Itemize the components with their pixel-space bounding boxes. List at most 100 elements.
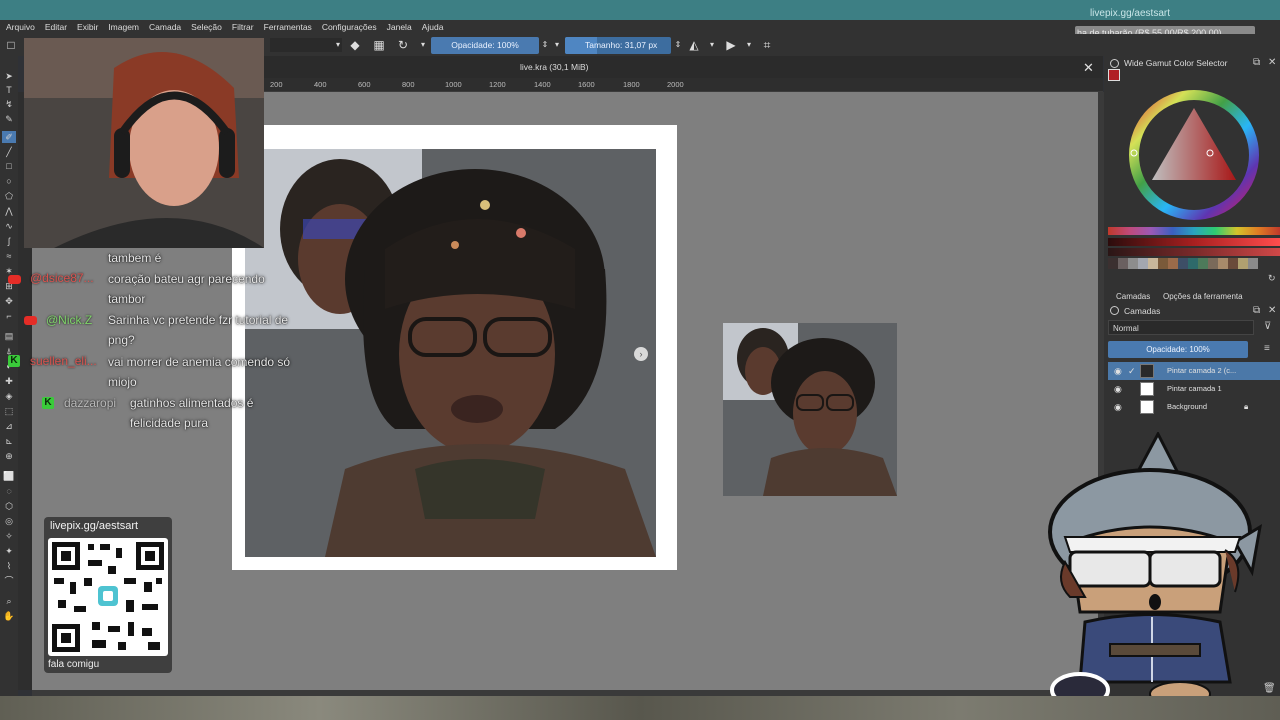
artwork-preview[interactable]	[723, 323, 897, 496]
menu-imagem[interactable]: Imagem	[108, 22, 139, 32]
next-arrow-icon[interactable]: ›	[634, 347, 648, 361]
freehand-select-icon[interactable]: ◎	[2, 515, 16, 527]
chevron-down-icon[interactable]: ▾	[550, 38, 564, 52]
ellipse-select-icon[interactable]: ◌	[2, 485, 16, 497]
zoom-tool-icon[interactable]: ⌕	[2, 595, 16, 607]
color-swatch[interactable]	[1188, 258, 1198, 269]
color-swatch[interactable]	[1108, 258, 1118, 269]
eye-icon[interactable]: ◉	[1114, 362, 1122, 380]
lock-icon[interactable]: 🔒︎	[1244, 398, 1248, 416]
reload-icon[interactable]: ↻	[396, 38, 410, 52]
layer-row[interactable]: ◉ Pintar camada 1	[1108, 380, 1280, 398]
menu-configuracoes[interactable]: Configurações	[322, 22, 377, 32]
assistant-tool-icon[interactable]: ⊿	[2, 420, 16, 432]
menu-ferramentas[interactable]: Ferramentas	[264, 22, 312, 32]
color-swatch[interactable]	[1138, 258, 1148, 269]
crop-tool-icon[interactable]: ⌐	[2, 310, 16, 322]
polyline-tool-icon[interactable]: ⋀	[2, 205, 16, 217]
document-title[interactable]: live.kra (30,1 MiB)	[520, 62, 589, 72]
magnetic-select-icon[interactable]: ⌒	[2, 575, 16, 587]
color-swatch[interactable]	[1118, 258, 1128, 269]
close-icon[interactable]: ✕	[1268, 57, 1276, 68]
hue-history-strip[interactable]	[1108, 227, 1280, 235]
color-swatch[interactable]	[1208, 258, 1218, 269]
artwork-painting[interactable]	[245, 149, 656, 557]
polygon-tool-icon[interactable]: ⬠	[2, 190, 16, 202]
color-swatch[interactable]	[1248, 258, 1258, 269]
menu-arquivo[interactable]: Arquivo	[6, 22, 35, 32]
tab-tool-options[interactable]: Opções da ferramenta	[1163, 292, 1243, 301]
blend-mode-select[interactable]: Normal	[1108, 320, 1254, 335]
gradient-tool-icon[interactable]: ▤	[2, 330, 16, 342]
menu-editar[interactable]: Editar	[45, 22, 67, 32]
select-shapes-icon[interactable]: ➤	[2, 70, 16, 82]
color-swatch[interactable]	[1238, 258, 1248, 269]
opacity-slider[interactable]: Opacidade: 100%	[431, 37, 539, 54]
new-document-icon[interactable]: □	[4, 38, 18, 52]
eye-icon[interactable]: ◉	[1114, 398, 1122, 416]
float-docker-icon[interactable]: ⧉	[1253, 305, 1260, 316]
text-tool-icon[interactable]: T	[2, 84, 16, 96]
trash-icon[interactable]: 🗑︎	[1263, 683, 1276, 694]
stepper-icon[interactable]: ⇕	[671, 38, 685, 52]
smart-patch-icon[interactable]: ✚	[2, 375, 16, 387]
shade-strip[interactable]	[1108, 248, 1280, 256]
eye-icon[interactable]: ◉	[1114, 380, 1122, 398]
rectangle-tool-icon[interactable]: □	[2, 160, 16, 172]
close-icon[interactable]: ✕	[1268, 305, 1276, 316]
mirror-vertical-icon[interactable]: ▶	[724, 38, 738, 52]
chevron-down-icon[interactable]: ▾	[331, 38, 345, 52]
menu-janela[interactable]: Janela	[387, 22, 412, 32]
mirror-horizontal-icon[interactable]: ◭	[687, 38, 701, 52]
enclose-fill-icon[interactable]: ⬚	[2, 405, 16, 417]
chevron-down-icon[interactable]: ▾	[416, 38, 430, 52]
eraser-icon[interactable]: ◆	[348, 38, 362, 52]
line-tool-icon[interactable]: ╱	[2, 146, 16, 158]
move-tool-icon[interactable]: ✥	[2, 295, 16, 307]
menu-exibir[interactable]: Exibir	[77, 22, 98, 32]
chevron-down-icon[interactable]: ▾	[705, 38, 719, 52]
check-icon[interactable]: ✓	[1128, 362, 1136, 380]
brush-size-slider[interactable]: Tamanho: 31,07 px	[565, 37, 671, 54]
similar-select-icon[interactable]: ✦	[2, 545, 16, 557]
bezier-tool-icon[interactable]: ∿	[2, 220, 16, 232]
calligraphy-icon[interactable]: ✎	[2, 113, 16, 125]
menu-ajuda[interactable]: Ajuda	[422, 22, 444, 32]
color-swatch[interactable]	[1168, 258, 1178, 269]
chevron-down-icon[interactable]: ▾	[742, 38, 756, 52]
fill-tool-icon[interactable]: ◈	[2, 390, 16, 402]
measure-tool-icon[interactable]: ⊾	[2, 435, 16, 447]
freehand-path-icon[interactable]: ʃ	[2, 235, 16, 247]
rect-select-icon[interactable]: ⬜	[2, 470, 16, 482]
color-swatch[interactable]	[1228, 258, 1238, 269]
menu-filtrar[interactable]: Filtrar	[232, 22, 254, 32]
menu-camada[interactable]: Camada	[149, 22, 181, 32]
layer-row[interactable]: ◉ ✓ Pintar camada 2 (c...	[1108, 362, 1280, 380]
bezier-select-icon[interactable]: ⌇	[2, 560, 16, 572]
ellipse-tool-icon[interactable]: ○	[2, 175, 16, 187]
color-wheel[interactable]	[1129, 90, 1259, 220]
layer-opacity-slider[interactable]: Opacidade: 100%	[1108, 341, 1248, 358]
dynamic-brush-icon[interactable]: ≈	[2, 250, 16, 262]
shade-strip[interactable]	[1108, 238, 1280, 246]
wrap-around-icon[interactable]: ⌗	[760, 38, 774, 52]
edit-shapes-icon[interactable]: ↯	[2, 98, 16, 110]
foreground-color-swatch[interactable]	[1108, 69, 1120, 81]
color-swatch[interactable]	[1218, 258, 1228, 269]
menu-icon[interactable]: ≡	[1264, 343, 1270, 354]
pan-tool-icon[interactable]: ✋	[2, 610, 16, 622]
polygon-select-icon[interactable]: ⬡	[2, 500, 16, 512]
color-swatch[interactable]	[1128, 258, 1138, 269]
refresh-icon[interactable]: ↻	[1268, 273, 1276, 284]
tab-layers[interactable]: Camadas	[1116, 292, 1150, 301]
color-swatch[interactable]	[1198, 258, 1208, 269]
color-swatch[interactable]	[1178, 258, 1188, 269]
contiguous-select-icon[interactable]: ✧	[2, 530, 16, 542]
color-swatch[interactable]	[1148, 258, 1158, 269]
color-swatch[interactable]	[1158, 258, 1168, 269]
brush-tool-icon[interactable]: ✐	[2, 131, 16, 143]
close-icon[interactable]: ✕	[1083, 60, 1094, 76]
menu-selecao[interactable]: Seleção	[191, 22, 222, 32]
reference-tool-icon[interactable]: ⊕	[2, 450, 16, 462]
filter-icon[interactable]: ⊽	[1264, 321, 1271, 332]
